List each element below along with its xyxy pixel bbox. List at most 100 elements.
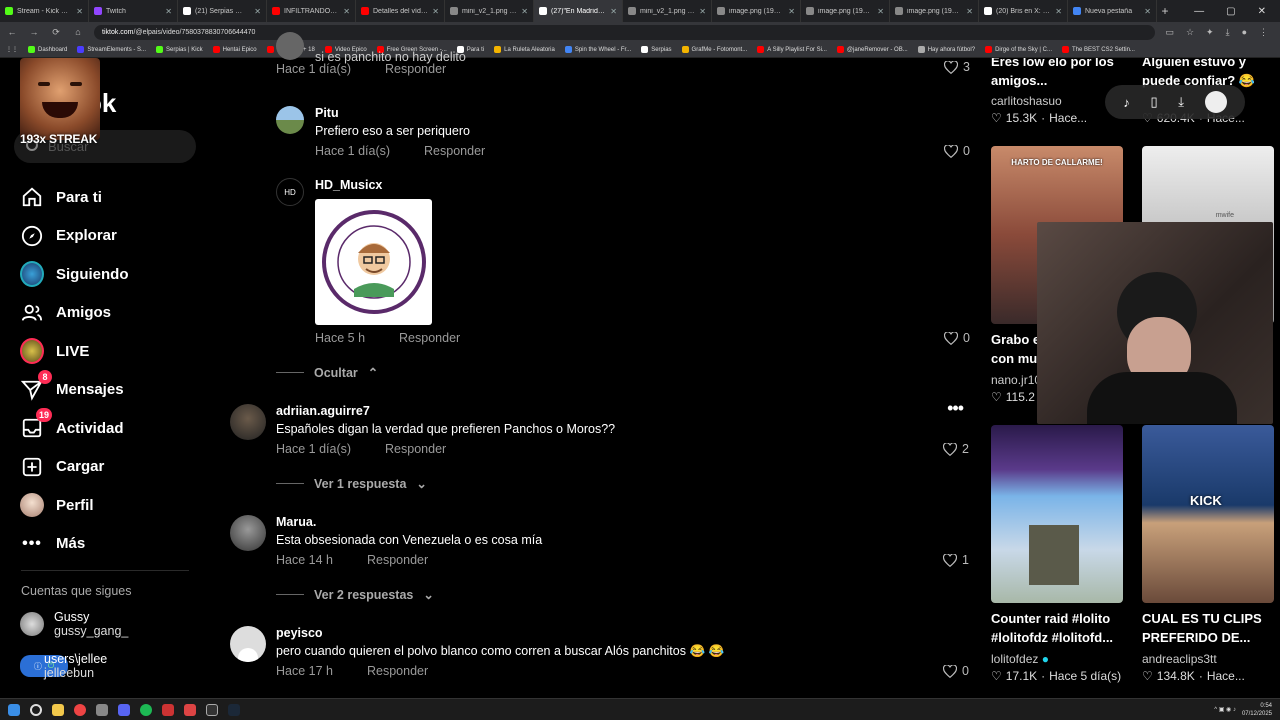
reply-button[interactable]: Responder: [424, 144, 485, 158]
tab-close-icon[interactable]: ✕: [343, 7, 350, 16]
view-replies-button[interactable]: Ver 2 respuestas ⌄: [276, 587, 434, 602]
bookmark-item[interactable]: Dashboard: [28, 46, 67, 53]
bookmark-item[interactable]: The BEST CS2 Settin...: [1062, 46, 1135, 53]
file-explorer-icon[interactable]: [52, 703, 64, 716]
comment-author[interactable]: Pitu: [315, 106, 339, 120]
nav-item-mensajes[interactable]: 8 Mensajes: [20, 369, 129, 410]
video-author[interactable]: andreaclips3tt: [1142, 652, 1217, 666]
tiktok-icon[interactable]: ♪: [1123, 95, 1130, 110]
tab-close-icon[interactable]: ✕: [699, 7, 706, 16]
reply-button[interactable]: Responder: [367, 664, 428, 678]
comment-sticker-image[interactable]: [315, 199, 432, 325]
nav-item-para-ti[interactable]: Para ti: [20, 178, 129, 217]
url-input[interactable]: tiktok.com/@elpais/video/758037883070664…: [94, 24, 1156, 40]
browser-tab[interactable]: mini_v2_1.png (136 ✕: [623, 0, 712, 22]
browser-tab[interactable]: (27)"En Madrid no ✕: [534, 0, 623, 22]
bookmark-item[interactable]: Hentai Epico: [212, 46, 257, 53]
nav-item-actividad[interactable]: 19 Actividad: [20, 408, 129, 448]
nav-item-perfil[interactable]: Perfil: [20, 486, 129, 525]
bookmark-item[interactable]: Dirge of the Sky | C...: [985, 46, 1052, 53]
browser-tab[interactable]: Detalles del vídeo - ✕: [356, 0, 445, 22]
star-icon[interactable]: ☆: [1186, 27, 1194, 38]
video-author[interactable]: carlitoshasuo: [991, 94, 1062, 108]
browser-tab[interactable]: Twitch ✕: [89, 0, 178, 22]
comment-author[interactable]: Marua.: [276, 515, 316, 529]
reply-button[interactable]: Responder: [367, 553, 428, 567]
comment-author[interactable]: peyisco: [276, 626, 323, 640]
browser-tab[interactable]: Stream - Kick Dashb ✕: [0, 0, 89, 22]
avatar[interactable]: [230, 626, 266, 662]
tab-close-icon[interactable]: ✕: [1144, 7, 1151, 16]
video-title[interactable]: Grabo e con mu: [991, 330, 1040, 368]
hide-replies-button[interactable]: Ocultar ⌃: [276, 365, 378, 380]
tab-close-icon[interactable]: ✕: [521, 7, 528, 16]
following-account[interactable]: Gussy gussy_gang_: [20, 610, 128, 638]
download-icon[interactable]: ⤓: [1178, 94, 1184, 110]
browser-tab[interactable]: image.png (1920× ✕: [712, 0, 801, 22]
view-replies-button[interactable]: Ver 1 respuesta ⌄: [276, 476, 427, 491]
comment-author[interactable]: adriian.aguirre7: [276, 404, 370, 418]
video-author[interactable]: lolitofdez ●: [991, 652, 1049, 666]
reply-button[interactable]: Responder: [399, 331, 460, 345]
video-author[interactable]: nano.jr10: [991, 373, 1041, 387]
tab-close-icon[interactable]: ✕: [610, 7, 617, 16]
avatar[interactable]: HD: [276, 178, 304, 206]
nav-item-amigos[interactable]: Amigos: [20, 294, 129, 333]
spotify-icon[interactable]: [140, 703, 152, 716]
tab-close-icon[interactable]: ✕: [1055, 7, 1062, 16]
obs-icon[interactable]: [206, 703, 218, 716]
browser-tab[interactable]: image.png (1920× ✕: [801, 0, 890, 22]
like-button[interactable]: 0: [944, 144, 970, 158]
maximize-icon[interactable]: ▢: [1226, 6, 1235, 17]
nav-item-más[interactable]: ••• Más: [20, 525, 129, 564]
reload-icon[interactable]: ⟳: [50, 27, 62, 38]
windows-start-icon[interactable]: [8, 703, 20, 716]
search-icon[interactable]: [30, 703, 42, 716]
tab-close-icon[interactable]: ✕: [877, 7, 884, 16]
extensions-icon[interactable]: ✦: [1206, 27, 1214, 38]
back-icon[interactable]: ←: [6, 27, 18, 37]
browser-tab[interactable]: INFILTRÁNDOME E✕: [267, 0, 356, 22]
comment-author[interactable]: HD_Musicx: [315, 178, 382, 192]
tab-close-icon[interactable]: ✕: [165, 7, 172, 16]
device-icon[interactable]: ▯: [1150, 94, 1157, 110]
home-browser-icon[interactable]: ⌂: [72, 27, 84, 37]
steam-icon[interactable]: [228, 703, 240, 716]
app-icon[interactable]: [184, 703, 196, 716]
avatar[interactable]: [1204, 91, 1227, 113]
following-account[interactable]: ⓘ ⏻ users\jellee jelleebun: [20, 652, 107, 680]
discord-icon[interactable]: [118, 703, 130, 716]
like-button[interactable]: 1: [943, 553, 969, 567]
like-button[interactable]: 3: [944, 60, 970, 74]
nav-item-cargar[interactable]: Cargar: [20, 448, 129, 487]
tab-close-icon[interactable]: ✕: [254, 7, 261, 16]
browser-tab[interactable]: (20) Bris en X: "Apr ✕: [979, 0, 1068, 22]
app-icon[interactable]: [162, 703, 174, 716]
browser-tab[interactable]: Nueva pestaña ✕: [1068, 0, 1157, 22]
nav-item-live[interactable]: LIVE: [20, 332, 129, 371]
browser-tab[interactable]: (21) Serpias 🔺 en ✕: [178, 0, 267, 22]
download-icon[interactable]: ⤓: [1226, 27, 1230, 38]
forward-icon[interactable]: →: [28, 27, 40, 37]
like-button[interactable]: 0: [943, 664, 969, 678]
reply-button[interactable]: Responder: [385, 62, 446, 76]
video-title[interactable]: Counter raid #lolito #lolitofdz #lolitof…: [991, 609, 1113, 647]
tab-close-icon[interactable]: ✕: [76, 7, 83, 16]
avatar[interactable]: [276, 32, 304, 60]
video-thumbnail[interactable]: [991, 425, 1123, 603]
avatar[interactable]: [276, 106, 304, 134]
like-button[interactable]: 0: [944, 331, 970, 345]
avatar[interactable]: [230, 515, 266, 551]
apps-icon[interactable]: ⋮⋮: [6, 46, 18, 53]
cast-icon[interactable]: ▭: [1165, 27, 1174, 38]
video-title[interactable]: CUAL ES TU CLIPS PREFERIDO DE...: [1142, 609, 1262, 647]
nav-item-explorar[interactable]: Explorar: [20, 217, 129, 256]
video-title[interactable]: Eres low elo por los amigos...: [991, 58, 1114, 90]
tray-icons[interactable]: ^ ▣ ◉ ♪: [1214, 706, 1236, 713]
app-icon[interactable]: [96, 703, 108, 716]
tab-close-icon[interactable]: ✕: [432, 7, 439, 16]
chrome-icon[interactable]: [74, 703, 86, 716]
tab-close-icon[interactable]: ✕: [788, 7, 795, 16]
close-window-icon[interactable]: ✕: [1258, 6, 1266, 17]
browser-tab[interactable]: image.png (1920× ✕: [890, 0, 979, 22]
